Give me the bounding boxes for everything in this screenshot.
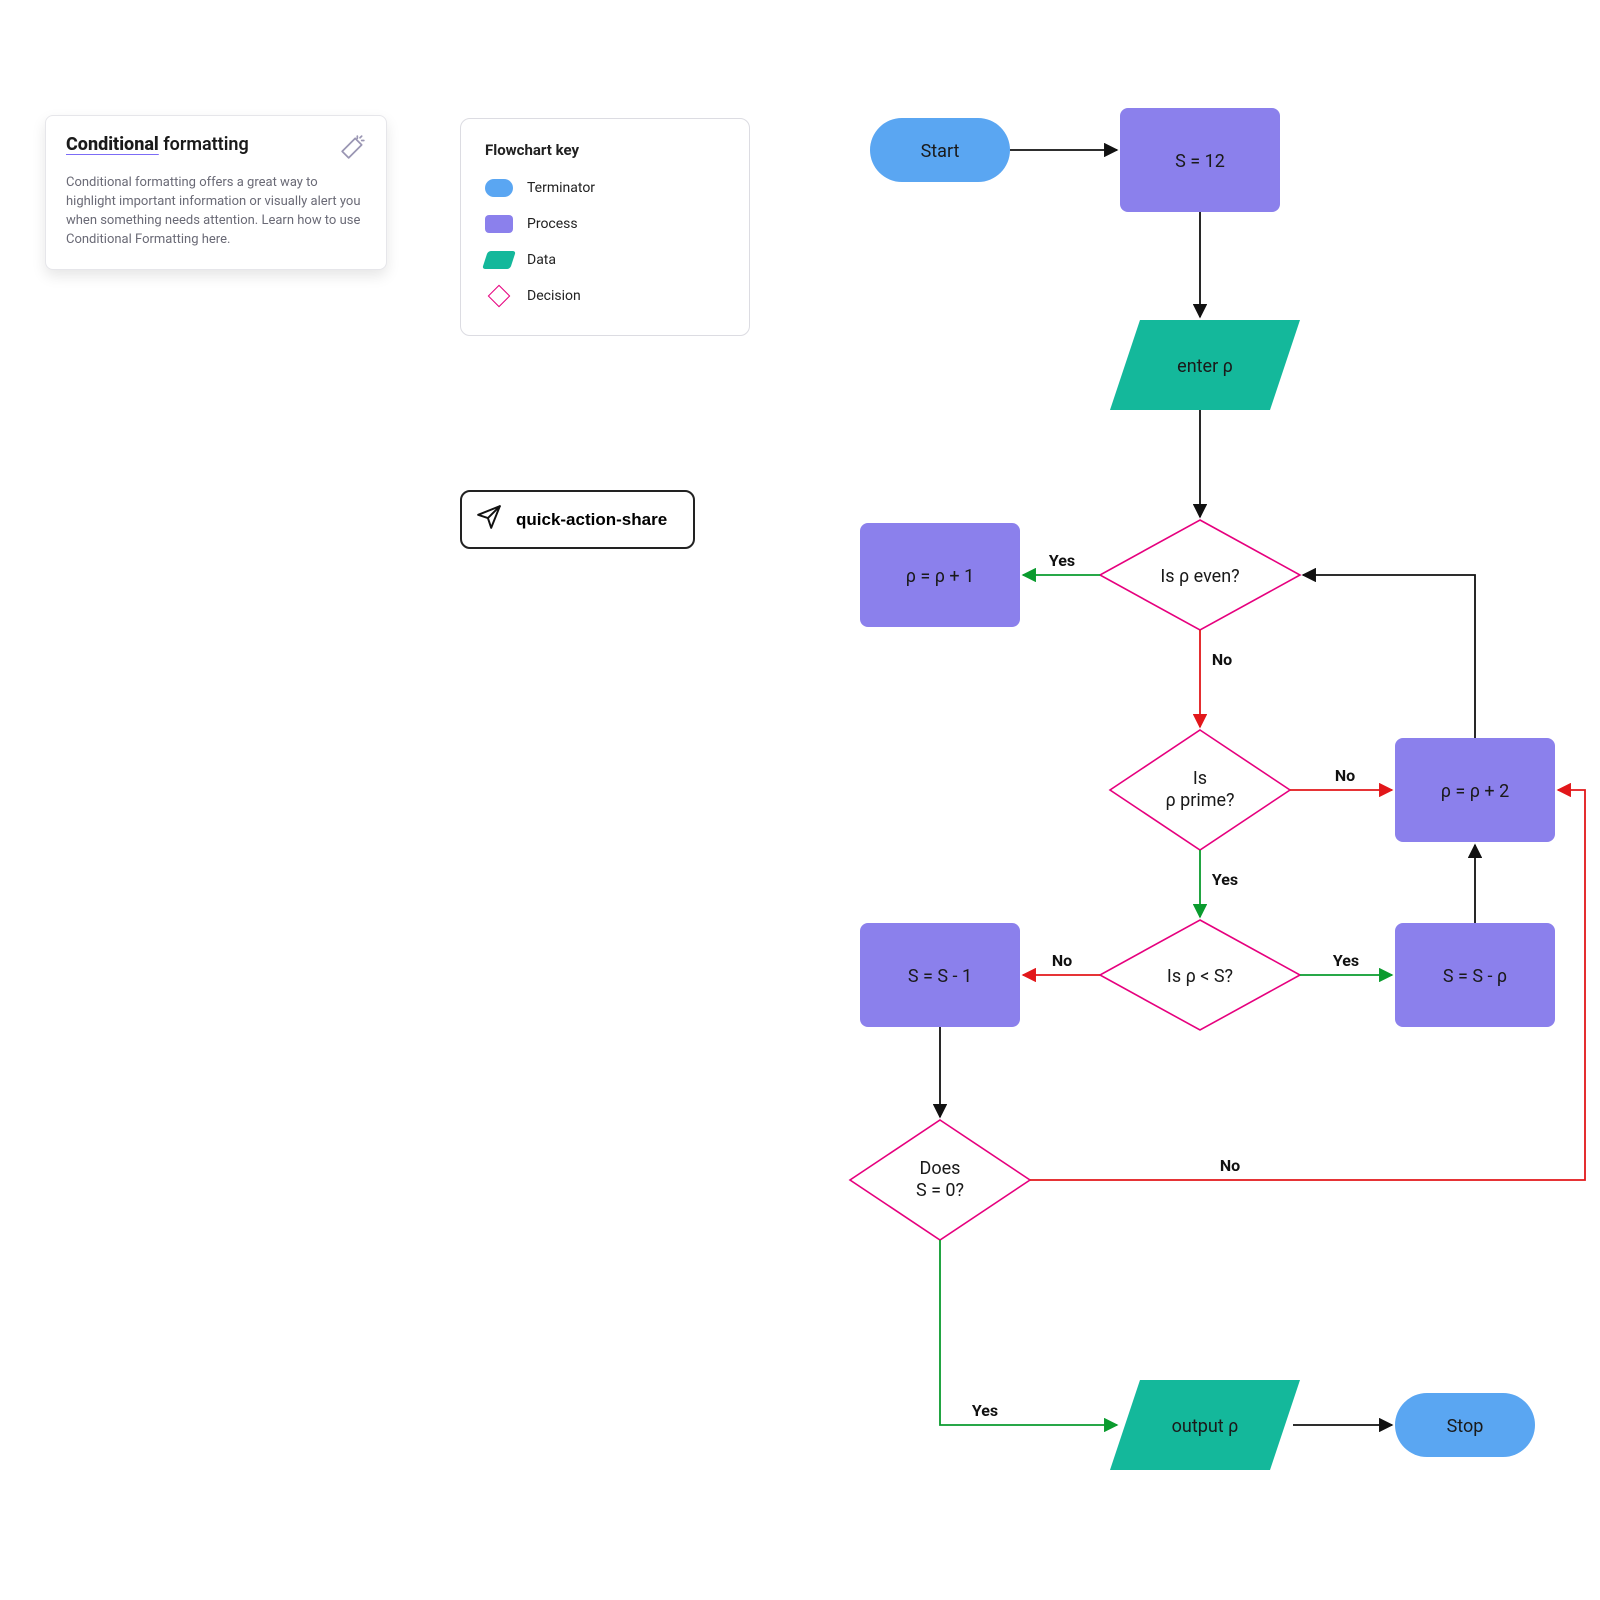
node-is-prime[interactable]: Is ρ prime? [1110,730,1290,850]
node-is-prime-label-2: ρ prime? [1165,790,1234,811]
edge-isprime-yes-label: Yes [1212,870,1238,889]
node-s-sub-rho-label: S = S - ρ [1443,966,1507,987]
edge-isltS-no-label: No [1052,951,1072,970]
node-is-even-label: Is ρ even? [1160,566,1239,587]
flowchart-canvas: Start S = 12 enter ρ Is ρ even? ρ = ρ + … [0,0,1600,1600]
node-rho-plus-1[interactable]: ρ = ρ + 1 [860,523,1020,627]
node-stop[interactable]: Stop [1395,1393,1535,1457]
node-s-sub-1[interactable]: S = S - 1 [860,923,1020,1027]
node-s-sub-1-label: S = S - 1 [908,966,972,987]
node-enter-rho-label: enter ρ [1177,356,1233,377]
node-start-label: Start [921,141,960,162]
node-output-rho-label: output ρ [1172,1416,1239,1437]
node-rho-plus-2[interactable]: ρ = ρ + 2 [1395,738,1555,842]
node-does-s-0-label-1: Does [920,1158,961,1179]
edge-does0-yes-label: Yes [972,1401,998,1420]
edge-does0-no-label: No [1220,1156,1240,1175]
edge-iseven-yes-label: Yes [1049,551,1075,570]
edge-does0-yes [940,1240,1117,1425]
node-does-s-0[interactable]: Does S = 0? [850,1120,1030,1240]
node-is-lt-s-label: Is ρ < S? [1167,966,1233,987]
edge-iseven-no-label: No [1212,650,1232,669]
node-s-sub-rho[interactable]: S = S - ρ [1395,923,1555,1027]
node-enter-rho[interactable]: enter ρ [1110,320,1300,410]
node-rho-plus-1-label: ρ = ρ + 1 [906,566,974,587]
node-s-init-label: S = 12 [1175,151,1225,172]
node-is-even[interactable]: Is ρ even? [1100,520,1300,630]
node-does-s-0-label-2: S = 0? [916,1180,964,1201]
node-output-rho[interactable]: output ρ [1110,1380,1300,1470]
node-start[interactable]: Start [870,118,1010,182]
node-stop-label: Stop [1447,1416,1484,1437]
node-is-prime-label-1: Is [1193,768,1207,789]
node-s-init[interactable]: S = 12 [1120,108,1280,212]
node-is-lt-s[interactable]: Is ρ < S? [1100,920,1300,1030]
edge-rhoplus2-to-iseven [1303,575,1475,738]
edge-isltS-yes-label: Yes [1333,951,1359,970]
node-rho-plus-2-label: ρ = ρ + 2 [1441,781,1509,802]
edge-isprime-no-label: No [1335,766,1355,785]
